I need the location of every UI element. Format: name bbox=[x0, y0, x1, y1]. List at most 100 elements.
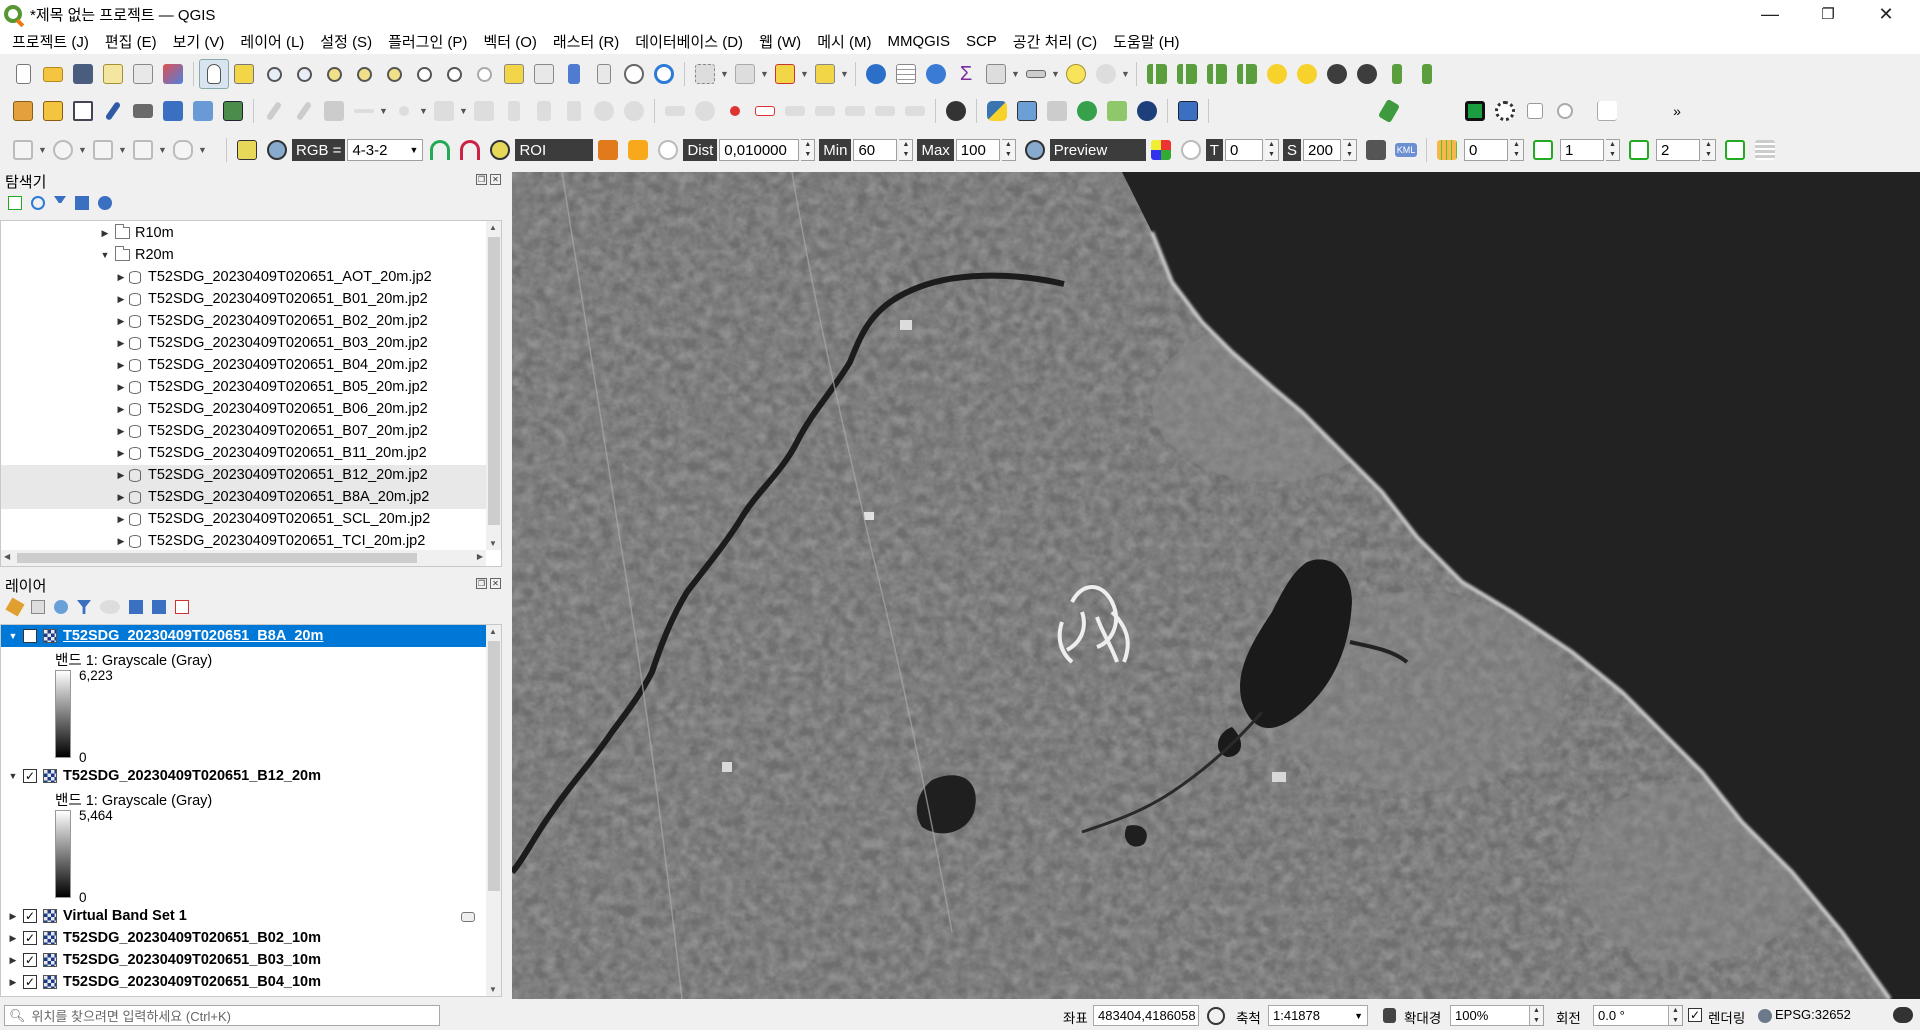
layers-plugin-icon[interactable] bbox=[1102, 96, 1132, 126]
temporal-controller-icon[interactable] bbox=[619, 59, 649, 89]
remove-temp-files-icon[interactable] bbox=[1361, 135, 1391, 165]
save-project-icon[interactable] bbox=[68, 59, 98, 89]
s-input[interactable]: 200 bbox=[1302, 139, 1341, 161]
expand-arrow-icon[interactable]: ▶ bbox=[115, 492, 127, 503]
label-options-icon[interactable] bbox=[900, 96, 930, 126]
script-tool-2-icon[interactable] bbox=[1412, 59, 1442, 89]
band-calc-icon[interactable] bbox=[1750, 135, 1780, 165]
browser-file-item[interactable]: ▶ T52SDG_20230409T020651_B06_20m.jp2 bbox=[115, 400, 428, 418]
layer-item-b12[interactable]: ▼ ✓ T52SDG_20230409T020651_B12_20m bbox=[7, 767, 321, 785]
layer-item-b03[interactable]: ▶ ✓ T52SDG_20230409T020651_B03_10m bbox=[7, 951, 321, 969]
max-input[interactable]: 100 bbox=[955, 139, 1000, 161]
roi-add-icon[interactable] bbox=[623, 135, 653, 165]
zoom-next-icon[interactable] bbox=[469, 59, 499, 89]
expand-arrow-icon[interactable]: ▶ bbox=[115, 294, 127, 305]
browser-vertical-scrollbar[interactable]: ▲ ▼ bbox=[486, 221, 501, 550]
sun-remove-icon[interactable] bbox=[1292, 59, 1322, 89]
vertex-tool-icon[interactable] bbox=[389, 96, 419, 126]
layer-visibility-checkbox[interactable]: ✓ bbox=[23, 931, 37, 945]
grid-icon[interactable] bbox=[1432, 135, 1462, 165]
add-mesh-icon[interactable] bbox=[158, 96, 188, 126]
expand-arrow-icon[interactable]: ▶ bbox=[115, 382, 127, 393]
sun-add-icon[interactable] bbox=[1262, 59, 1292, 89]
collapse-arrow-icon[interactable]: ▼ bbox=[99, 250, 111, 260]
browser-item-r10m[interactable]: ▶ R10m bbox=[99, 224, 174, 242]
browser-close-icon[interactable]: ✕ bbox=[490, 174, 501, 185]
filter-legend-icon[interactable] bbox=[77, 600, 91, 614]
scp-dock-icon[interactable] bbox=[1374, 96, 1404, 126]
histogram-2-icon[interactable] bbox=[1172, 59, 1202, 89]
statistical-summary-icon[interactable]: Σ bbox=[951, 59, 981, 89]
filter-by-expression-icon[interactable] bbox=[100, 600, 120, 614]
browser-file-item[interactable]: ▶ T52SDG_20230409T020651_TCI_20m.jp2 bbox=[115, 532, 426, 550]
zoom-full-icon[interactable] bbox=[319, 59, 349, 89]
menu-mmqgis[interactable]: MMQGIS bbox=[879, 33, 958, 50]
filter-browser-icon[interactable] bbox=[54, 196, 66, 210]
deselect-icon[interactable] bbox=[770, 59, 800, 89]
max-spinner[interactable]: ▲ ▼ bbox=[1001, 139, 1016, 161]
pan-to-selection-icon[interactable] bbox=[229, 59, 259, 89]
expand-arrow-icon[interactable]: ▶ bbox=[115, 536, 127, 547]
pin-labels-icon[interactable] bbox=[720, 96, 750, 126]
globe-plugin-icon[interactable] bbox=[1132, 96, 1162, 126]
new-geopackage-icon[interactable] bbox=[38, 96, 68, 126]
t-spinner[interactable]: ▲ ▼ bbox=[1264, 139, 1279, 161]
layer-styling-icon[interactable] bbox=[5, 597, 25, 617]
menu-help[interactable]: 도움말 (H) bbox=[1105, 31, 1187, 52]
scp-reload-icon[interactable] bbox=[1550, 96, 1580, 126]
menu-web[interactable]: 웹 (W) bbox=[751, 31, 809, 52]
rgb-toggle-2-icon[interactable] bbox=[455, 135, 485, 165]
plugin-tool-icon[interactable] bbox=[1042, 96, 1072, 126]
data-source-manager-icon[interactable] bbox=[8, 96, 38, 126]
collapse-all-icon[interactable] bbox=[75, 196, 89, 210]
modify-attributes-icon[interactable] bbox=[429, 96, 459, 126]
undo-icon[interactable] bbox=[589, 96, 619, 126]
histogram-4-icon[interactable] bbox=[1232, 59, 1262, 89]
map-canvas[interactable] bbox=[512, 172, 1920, 999]
rotation-spinner[interactable]: ▲ ▼ bbox=[1669, 1005, 1683, 1026]
collapse-arrow-icon[interactable]: ▼ bbox=[7, 771, 19, 781]
remove-layer-icon[interactable] bbox=[175, 600, 189, 614]
paste-features-icon[interactable] bbox=[559, 96, 589, 126]
collapse-all-layers-icon[interactable] bbox=[152, 600, 166, 614]
offset-curve-icon[interactable] bbox=[128, 135, 158, 165]
map-tips-icon[interactable] bbox=[1061, 59, 1091, 89]
band-1-next-icon[interactable] bbox=[1528, 135, 1558, 165]
min-spinner[interactable]: ▲ ▼ bbox=[899, 139, 914, 161]
reshape-icon[interactable] bbox=[168, 135, 198, 165]
processing-toolbox-icon[interactable] bbox=[921, 59, 951, 89]
zoom-to-selection-icon[interactable] bbox=[349, 59, 379, 89]
roi-redo-icon[interactable] bbox=[653, 135, 683, 165]
band-2-next-icon[interactable] bbox=[1624, 135, 1654, 165]
scp-band-set-icon[interactable] bbox=[232, 135, 262, 165]
delete-selected-icon[interactable] bbox=[469, 96, 499, 126]
new-3d-map-icon[interactable] bbox=[529, 59, 559, 89]
magnifier-input[interactable]: 100% bbox=[1450, 1005, 1530, 1026]
cut-features-icon[interactable] bbox=[499, 96, 529, 126]
dist-spinner[interactable]: ▲ ▼ bbox=[801, 139, 816, 161]
save-edits-icon[interactable] bbox=[319, 96, 349, 126]
expand-arrow-icon[interactable]: ▶ bbox=[7, 955, 19, 966]
maximize-button[interactable]: ❐ bbox=[1800, 0, 1856, 28]
menu-project[interactable]: 프로젝트 (J) bbox=[4, 31, 97, 52]
properties-icon[interactable] bbox=[98, 196, 112, 210]
add-raster-icon[interactable] bbox=[128, 96, 158, 126]
digitize-icon[interactable] bbox=[98, 96, 128, 126]
roi-zoom-icon[interactable] bbox=[485, 135, 515, 165]
add-selected-layers-icon[interactable] bbox=[8, 196, 22, 210]
expand-arrow-icon[interactable]: ▶ bbox=[115, 272, 127, 283]
globe-remove-icon[interactable] bbox=[1352, 59, 1382, 89]
show-bookmarks-icon[interactable] bbox=[589, 59, 619, 89]
t-input[interactable]: 0 bbox=[1224, 139, 1263, 161]
expand-arrow-icon[interactable]: ▶ bbox=[115, 338, 127, 349]
help-icon[interactable] bbox=[1173, 96, 1203, 126]
expand-all-icon[interactable] bbox=[129, 600, 143, 614]
expand-arrow-icon[interactable]: ▶ bbox=[115, 514, 127, 525]
scp-zoom-icon[interactable] bbox=[262, 135, 292, 165]
new-bookmark-icon[interactable] bbox=[559, 59, 589, 89]
layer-visibility-checkbox[interactable]: ✓ bbox=[23, 769, 37, 783]
layers-vertical-scrollbar[interactable]: ▲ ▼ bbox=[486, 625, 501, 996]
coordinate-toggle-icon[interactable] bbox=[1207, 1007, 1225, 1025]
pan-map-icon[interactable] bbox=[199, 59, 229, 89]
simplify-icon[interactable] bbox=[88, 135, 118, 165]
